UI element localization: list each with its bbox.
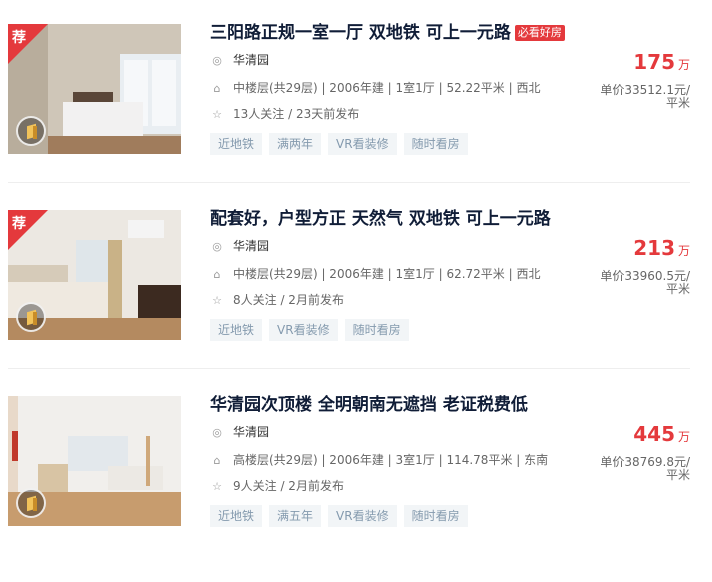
price-unit: 万	[677, 244, 690, 258]
tag-list: 近地铁 满五年 VR看装修 随时看房	[210, 505, 468, 527]
follow-info: 9人关注 / 2月前发布	[233, 479, 344, 493]
star-icon: ☆	[212, 480, 222, 493]
house-info-row: ⌂ 中楼层(共29层) | 2006年建 | 1室1厅 | 62.72平米 | 西…	[210, 266, 541, 283]
unit-price: 单价33960.5元/平米	[600, 269, 690, 296]
tag: 随时看房	[403, 133, 468, 155]
listing-card[interactable]: 华清园次顶楼 全明朝南无遮挡 老证税费低 ◎ 华清园 ⌂ 高楼层(共29层) | 2…	[0, 394, 712, 582]
follow-info-row: ☆ 8人关注 / 2月前发布	[210, 292, 344, 309]
follow-info: 13人关注 / 23天前发布	[233, 107, 360, 121]
unit-price: 单价33512.1元/平米	[600, 83, 690, 110]
price-unit: 万	[677, 430, 690, 444]
listing-title-text[interactable]: 配套好，户型方正 天然气 双地铁 可上一元路	[210, 209, 551, 229]
follow-info: 8人关注 / 2月前发布	[233, 293, 344, 307]
tag: 近地铁	[210, 319, 263, 341]
listing-title-text[interactable]: 华清园次顶楼 全明朝南无遮挡 老证税费低	[210, 395, 528, 415]
total-price-value: 445	[633, 422, 675, 446]
recommend-badge: 荐	[8, 210, 48, 250]
house-icon: ⌂	[213, 82, 221, 95]
listing-title[interactable]: 华清园次顶楼 全明朝南无遮挡 老证税费低	[210, 394, 528, 416]
must-see-badge: 必看好房	[514, 25, 565, 41]
star-icon: ☆	[212, 108, 222, 121]
listing-photo[interactable]: 荐	[8, 24, 181, 154]
listing-photo[interactable]: 荐	[8, 210, 181, 340]
house-info: 中楼层(共29层) | 2006年建 | 1室1厅 | 52.22平米 | 西北	[233, 81, 541, 95]
divider	[8, 368, 690, 369]
listing-title-text[interactable]: 三阳路正规一室一厅 双地铁 可上一元路	[210, 23, 511, 43]
tag: 满五年	[269, 505, 322, 527]
tag: VR看装修	[328, 133, 397, 155]
tag: 满两年	[269, 133, 322, 155]
listing-title[interactable]: 配套好，户型方正 天然气 双地铁 可上一元路	[210, 208, 551, 230]
community-link[interactable]: 华清园	[233, 53, 269, 67]
house-icon: ⌂	[213, 268, 221, 281]
tag-list: 近地铁 满两年 VR看装修 随时看房	[210, 133, 468, 155]
follow-info-row: ☆ 13人关注 / 23天前发布	[210, 106, 359, 123]
tag-list: 近地铁 VR看装修 随时看房	[210, 319, 409, 341]
price-unit: 万	[677, 58, 690, 72]
location-pin-icon: ◎	[212, 54, 222, 67]
star-icon: ☆	[212, 294, 222, 307]
total-price: 445 万	[633, 422, 690, 446]
total-price: 213 万	[633, 236, 690, 260]
listing-title[interactable]: 三阳路正规一室一厅 双地铁 可上一元路 必看好房	[210, 22, 565, 44]
follow-info-row: ☆ 9人关注 / 2月前发布	[210, 478, 344, 495]
house-info-row: ⌂ 高楼层(共29层) | 2006年建 | 3室1厅 | 114.78平米 | …	[210, 452, 549, 469]
tag: 随时看房	[344, 319, 409, 341]
house-icon: ⌂	[213, 454, 221, 467]
location-pin-icon: ◎	[212, 426, 222, 439]
total-price-value: 175	[633, 50, 675, 74]
recommend-badge: 荐	[8, 24, 48, 64]
community-link[interactable]: 华清园	[233, 425, 269, 439]
house-info-row: ⌂ 中楼层(共29层) | 2006年建 | 1室1厅 | 52.22平米 | 西…	[210, 80, 541, 97]
listing-photo[interactable]	[8, 396, 181, 526]
tag: 近地铁	[210, 133, 263, 155]
house-info: 中楼层(共29层) | 2006年建 | 1室1厅 | 62.72平米 | 西北	[233, 267, 541, 281]
community-row: ◎ 华清园	[210, 424, 269, 441]
tag: 随时看房	[403, 505, 468, 527]
vr-icon[interactable]	[16, 488, 46, 518]
vr-icon[interactable]	[16, 302, 46, 332]
community-row: ◎ 华清园	[210, 52, 269, 69]
community-link[interactable]: 华清园	[233, 239, 269, 253]
tag: VR看装修	[328, 505, 397, 527]
total-price: 175 万	[633, 50, 690, 74]
community-row: ◎ 华清园	[210, 238, 269, 255]
tag: 近地铁	[210, 505, 263, 527]
location-pin-icon: ◎	[212, 240, 222, 253]
vr-icon[interactable]	[16, 116, 46, 146]
house-info: 高楼层(共29层) | 2006年建 | 3室1厅 | 114.78平米 | 东…	[233, 453, 549, 467]
tag: VR看装修	[269, 319, 338, 341]
total-price-value: 213	[633, 236, 675, 260]
divider	[8, 182, 690, 183]
unit-price: 单价38769.8元/平米	[600, 455, 690, 482]
